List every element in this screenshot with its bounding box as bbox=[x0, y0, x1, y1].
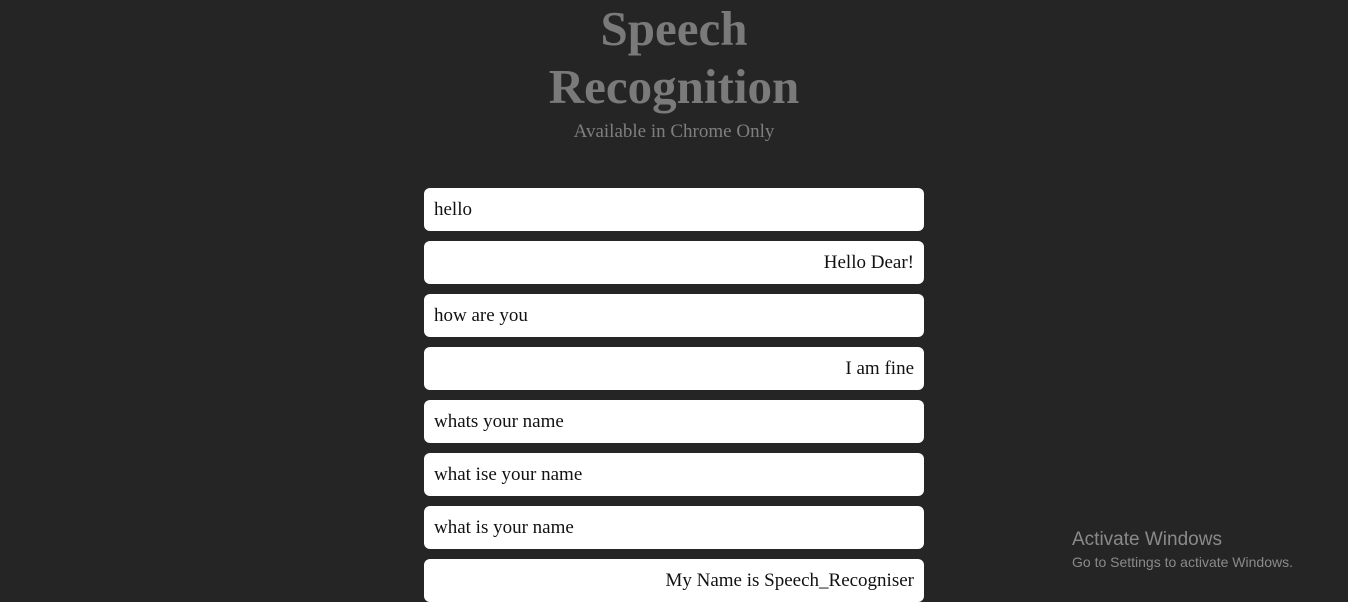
watermark-title: Activate Windows bbox=[1072, 529, 1222, 550]
user-message: what ise your name bbox=[424, 453, 924, 496]
bot-reply: I am fine bbox=[424, 347, 924, 390]
bot-reply: Hello Dear! bbox=[424, 241, 924, 284]
user-message: hello bbox=[424, 188, 924, 231]
user-message: whats your name bbox=[424, 400, 924, 443]
watermark-subtitle: Go to Settings to activate Windows. bbox=[1072, 554, 1293, 570]
bot-reply: My Name is Speech_Recogniser bbox=[424, 559, 924, 602]
page-header: Speech Recognition Available in Chrome O… bbox=[0, 0, 1348, 144]
activate-windows-watermark: Activate Windows Go to Settings to activ… bbox=[1072, 529, 1293, 572]
page-title-line-1: Speech bbox=[600, 1, 748, 56]
user-message: how are you bbox=[424, 294, 924, 337]
page-title-line-2: Recognition bbox=[548, 59, 800, 114]
user-message: what is your name bbox=[424, 506, 924, 549]
page-subtitle: Available in Chrome Only bbox=[573, 121, 775, 142]
chat-transcript: hello Hello Dear! how are you I am fine … bbox=[424, 188, 924, 602]
page-title: Speech Recognition bbox=[0, 0, 1348, 116]
